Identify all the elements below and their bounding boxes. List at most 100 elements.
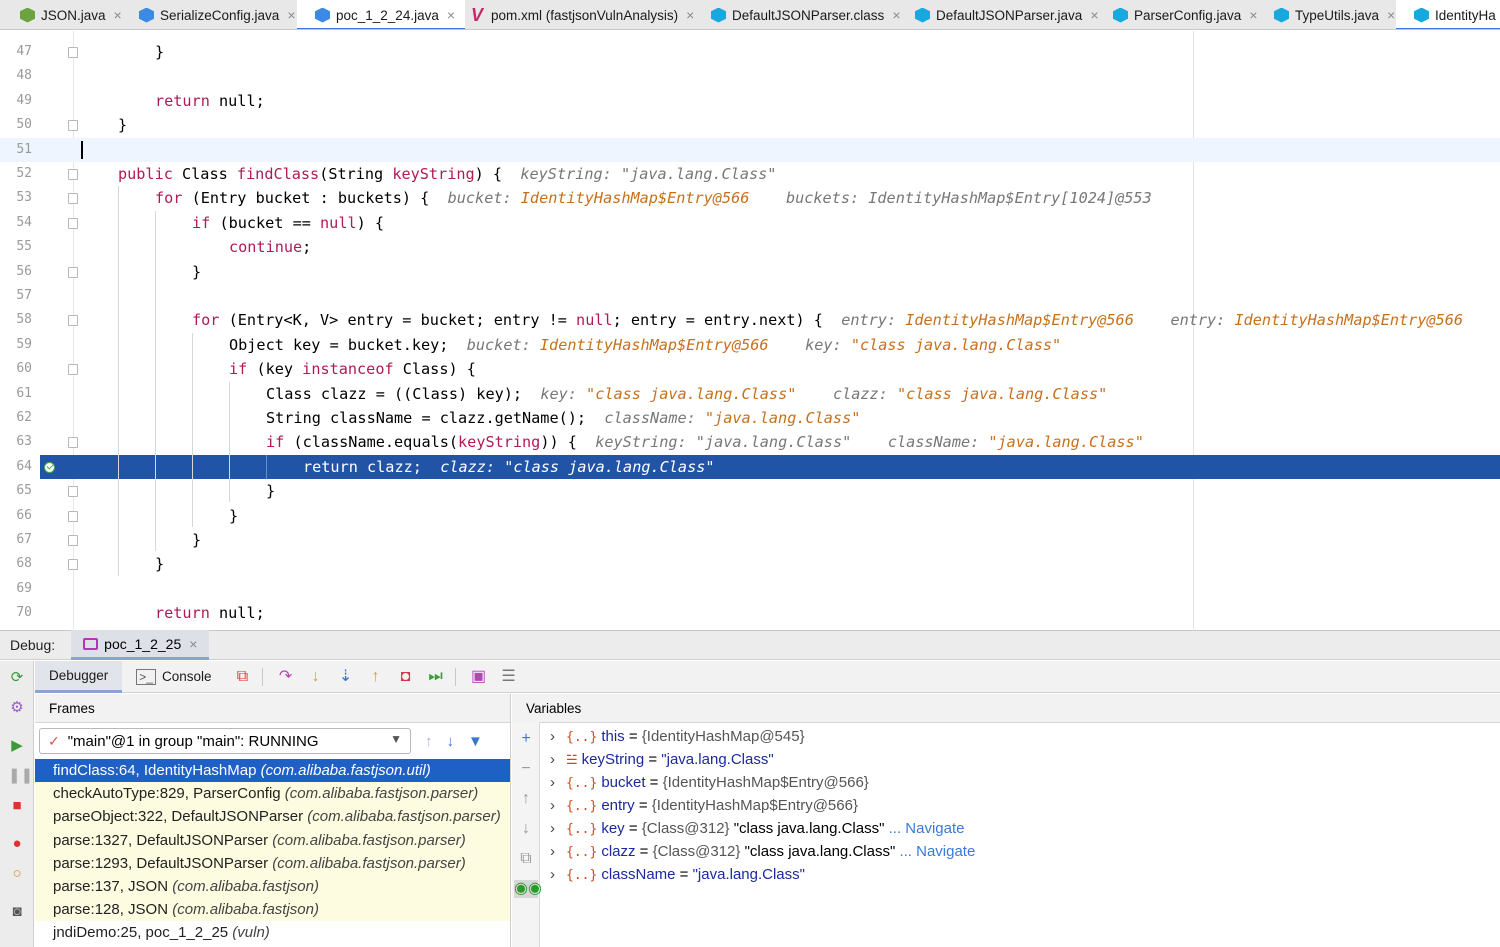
expand-arrow-icon[interactable]: › [550, 748, 566, 771]
expand-arrow-icon[interactable]: › [550, 725, 566, 748]
step-into-icon[interactable]: ↓ [303, 664, 329, 690]
fold-marker-icon[interactable] [68, 169, 78, 180]
fold-marker-icon[interactable] [68, 217, 78, 229]
tab-defaultjsonparser-java[interactable]: DefaultJSONParser.java × [897, 0, 1099, 29]
view-breakpoints-icon[interactable]: ● [8, 835, 26, 853]
variable-row[interactable]: › {..} className = "java.lang.Class" [550, 863, 805, 886]
trace-icon[interactable]: ☰ [496, 664, 522, 690]
fold-marker-icon[interactable] [68, 510, 78, 522]
expand-arrow-icon[interactable]: › [550, 840, 566, 863]
fold-marker-icon[interactable] [68, 47, 78, 58]
tab-debugger[interactable]: Debugger [35, 660, 123, 693]
debug-tool-window-header: Debug: poc_1_2_25 × [0, 630, 1500, 660]
step-out-icon[interactable]: ↑ [363, 664, 389, 690]
mute-breakpoints-icon[interactable]: ○ [8, 865, 26, 883]
object-icon: {..} [566, 799, 598, 814]
close-icon[interactable]: × [287, 7, 295, 23]
variable-row[interactable]: › {..} clazz = {Class@312} "class java.lan… [550, 840, 975, 863]
thread-selector[interactable]: ✓ "main"@1 in group "main": RUNNING ▼ [39, 728, 411, 754]
fold-marker-icon[interactable] [68, 364, 78, 376]
force-step-into-icon[interactable]: ⇣ [333, 664, 359, 690]
stack-frame[interactable]: parse:128, JSON (com.alibaba.fastjson) [35, 898, 510, 922]
code-text: } [118, 116, 128, 135]
step-over-icon[interactable]: ↷ [273, 664, 299, 690]
move-up-icon[interactable]: ↑ [517, 790, 535, 808]
stack-frame[interactable]: parse:137, JSON (com.alibaba.fastjson) [35, 874, 510, 899]
fold-marker-icon[interactable] [68, 535, 78, 546]
tab-pom-xml[interactable]: V pom.xml (fastjsonVulnAnalysis) × [453, 0, 694, 29]
indent-guide [118, 186, 119, 576]
camera-icon[interactable]: ◙ [8, 903, 26, 921]
stop-icon[interactable]: ■ [8, 797, 26, 815]
tab-parserconfig-java[interactable]: ParserConfig.java × [1095, 0, 1258, 29]
tab-identityhashmap-java[interactable]: IdentityHa [1396, 0, 1500, 29]
move-down-icon[interactable]: ↓ [517, 820, 535, 838]
stack-frame[interactable]: findClass:64, IdentityHashMap (com.aliba… [35, 759, 510, 783]
tab-serializeconfig-java[interactable]: SerializeConfig.java × [121, 0, 296, 29]
stack-frame[interactable]: checkAutoType:829, ParserConfig (com.ali… [35, 782, 510, 806]
evaluate-expression-icon[interactable]: ▣ [466, 664, 492, 690]
stack-frame[interactable]: parseObject:322, DefaultJSONParser (com.… [35, 805, 510, 829]
code-line: 66 } [0, 504, 1500, 528]
fold-marker-icon[interactable] [68, 486, 78, 498]
variable-row[interactable]: › {..} entry = {IdentityHashMap$Entry@566} [550, 794, 858, 817]
settings-icon[interactable]: ⚙ [8, 699, 26, 717]
check-icon: ✓ [48, 732, 60, 749]
stack-frame[interactable]: parse:1293, DefaultJSONParser (com.aliba… [35, 851, 510, 875]
resume-icon[interactable]: ▶ [8, 737, 26, 755]
expand-arrow-icon[interactable]: › [550, 863, 566, 886]
stack-frame[interactable]: jndiDemo:25, poc_1_2_25 (vuln) [35, 921, 510, 945]
copy-icon[interactable]: ⧉ [517, 850, 535, 868]
run-to-cursor-icon[interactable]: ⏭ [423, 664, 449, 690]
fold-marker-icon[interactable] [68, 193, 78, 205]
navigate-link[interactable]: ... Navigate [884, 820, 965, 837]
fold-marker-icon[interactable] [68, 120, 78, 132]
close-icon[interactable]: × [189, 636, 197, 652]
variable-row[interactable]: › ☱ keyString = "java.lang.Class" [550, 748, 774, 771]
restore-layout-icon[interactable]: ⧉ [230, 664, 256, 690]
remove-watch-icon[interactable]: − [517, 760, 535, 778]
toolbar-separator [454, 667, 456, 686]
tab-console-label: Console [161, 669, 212, 684]
expand-arrow-icon[interactable]: › [550, 794, 566, 817]
breakpoint-icon[interactable] [44, 461, 55, 473]
line-number: 56 [16, 263, 32, 279]
rerun-icon[interactable]: ⟳ [8, 669, 26, 687]
close-icon[interactable]: × [1387, 7, 1395, 23]
show-watches-icon[interactable]: ◉◉ [514, 880, 542, 898]
next-frame-icon[interactable]: ↓ [447, 733, 455, 750]
variable-row[interactable]: › {..} this = {IdentityHashMap@545} [550, 725, 805, 748]
fold-marker-icon[interactable] [68, 559, 78, 571]
pause-icon[interactable]: ❚❚ [8, 767, 33, 785]
filter-icon[interactable]: ▼ [468, 733, 483, 750]
tab-console[interactable]: >_ Console [122, 661, 225, 693]
navigate-link[interactable]: ... Navigate [895, 843, 975, 860]
code-text: return clazz; clazz: "class java.lang.Cl… [303, 457, 715, 476]
line-number: 47 [16, 44, 32, 59]
code-editor[interactable]: 47 } 48 49 return null; 50 } 51 52 publi… [0, 31, 1500, 629]
add-watch-icon[interactable]: + [517, 730, 535, 748]
code-line: 49 return null; [0, 89, 1500, 113]
debug-side-toolbar: ⟳ ⚙ ▶ ❚❚ ■ ● ○ ◙ [0, 661, 34, 947]
run-config-icon [83, 637, 99, 650]
variable-row[interactable]: › {..} key = {Class@312} "class java.lang.… [550, 817, 964, 840]
fold-marker-icon[interactable] [68, 266, 78, 278]
debug-label: Debug: [10, 637, 56, 653]
expand-arrow-icon[interactable]: › [550, 817, 566, 840]
line-number: 69 [16, 580, 32, 596]
fold-marker-icon[interactable] [68, 437, 78, 449]
code-text: } [155, 555, 165, 574]
previous-frame-icon[interactable]: ↑ [425, 733, 433, 750]
line-number: 49 [16, 92, 32, 108]
expand-arrow-icon[interactable]: › [550, 771, 566, 794]
tab-defaultjsonparser-class[interactable]: DefaultJSONParser.class × [693, 0, 901, 29]
tab-typeutils-java[interactable]: TypeUtils.java × [1256, 0, 1395, 29]
fold-marker-icon[interactable] [68, 315, 78, 327]
tab-json-java[interactable]: JSON.java × [2, 0, 122, 29]
drop-frame-icon[interactable]: ◘ [393, 664, 419, 690]
variable-row[interactable]: › {..} bucket = {IdentityHashMap$Entry@566… [550, 771, 869, 794]
text-caret [81, 140, 83, 159]
stack-frame[interactable]: parse:1327, DefaultJSONParser (com.aliba… [35, 828, 510, 852]
debug-session-tab[interactable]: poc_1_2_25 × [71, 630, 210, 660]
tab-poc-1-2-24-java[interactable]: poc_1_2_24.java × [297, 0, 466, 29]
